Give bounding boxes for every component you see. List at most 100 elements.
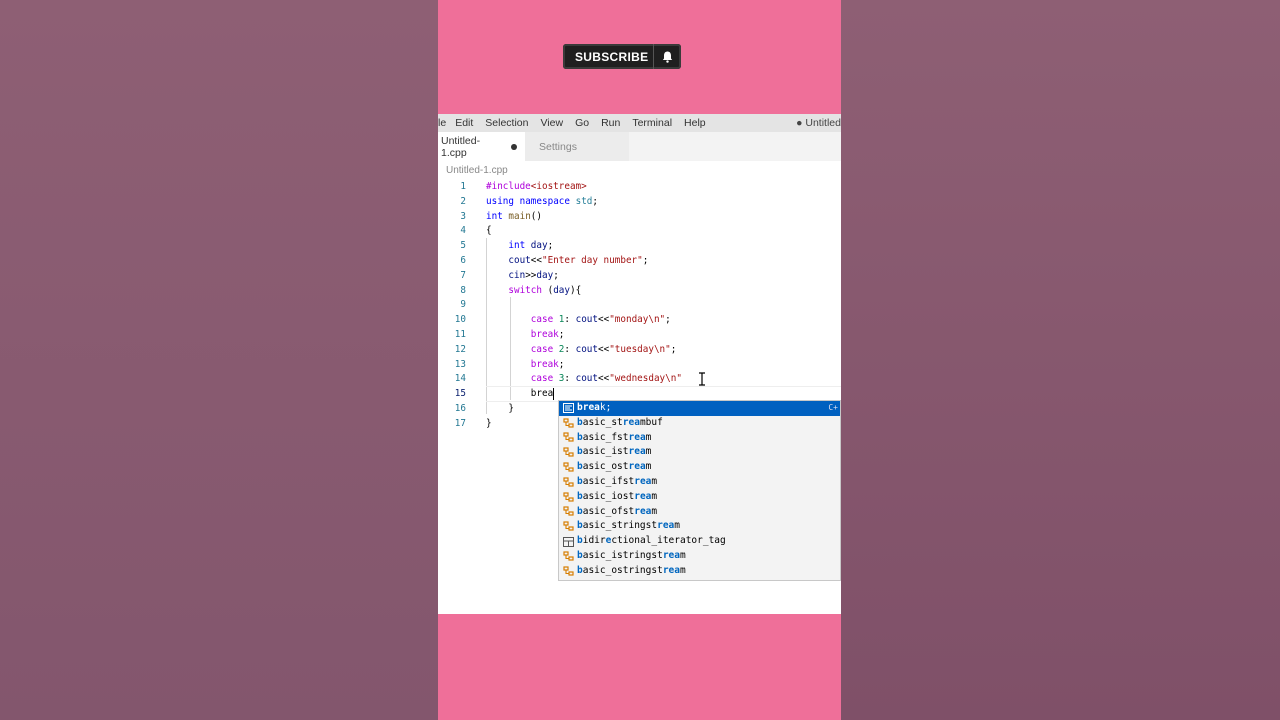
line-number: 14 <box>454 373 466 385</box>
code-text: #include<iostream> <box>486 181 587 192</box>
class-icon <box>562 551 574 562</box>
line-number: 3 <box>460 210 466 222</box>
class-icon <box>562 566 574 577</box>
window-title: ● Untitled <box>796 117 841 129</box>
suggestion-label: basic_ifstream <box>577 475 658 487</box>
code-line[interactable]: 8 switch (day){ <box>438 284 841 299</box>
line-number: 8 <box>460 284 466 296</box>
code-text: break; <box>530 358 565 370</box>
suggestion-item[interactable]: bidirectional_iterator_tag <box>559 534 840 549</box>
code-line[interactable]: 10 case 1: cout<<"monday\n"; <box>438 313 841 328</box>
autocomplete-suggestions[interactable]: break; C+ basic_streambuf basic_fstreambasi… <box>558 400 841 581</box>
menu-item-edit[interactable]: Edit <box>455 117 473 129</box>
struct-icon <box>562 536 574 547</box>
breadcrumb[interactable]: Untitled-1.cpp <box>438 161 841 180</box>
suggestion-label: basic_ostringstream <box>577 564 686 576</box>
code-line[interactable]: 3 int main() <box>438 210 841 225</box>
suggestion-item[interactable]: basic_ofstream <box>559 505 840 520</box>
class-icon <box>562 418 574 429</box>
line-number: 2 <box>460 195 466 207</box>
suggestion-item[interactable]: break; C+ <box>559 401 840 416</box>
class-icon <box>562 521 574 532</box>
class-icon <box>562 492 574 503</box>
menu-item-le[interactable]: le <box>438 117 446 129</box>
code-line[interactable]: 7 cin>>day; <box>438 269 841 284</box>
line-number: 16 <box>454 403 466 414</box>
line-number: 17 <box>454 417 466 429</box>
suggestion-item[interactable]: basic_istream <box>559 445 840 460</box>
tab-bar: Untitled-1.cpp Settings <box>438 132 841 161</box>
code-text: break; <box>530 329 565 340</box>
code-text: case 1: cout<<"monday\n"; <box>530 314 671 326</box>
code-line[interactable]: 2 using namespace std; <box>438 195 841 210</box>
line-number: 13 <box>454 358 466 370</box>
code-line[interactable]: 13 break; <box>438 358 841 373</box>
subscribe-button[interactable]: SUBSCRIBE <box>563 44 681 69</box>
class-icon <box>562 462 574 473</box>
class-icon <box>562 447 574 458</box>
line-number: 5 <box>460 240 466 252</box>
code-line[interactable]: 9 <box>438 298 841 313</box>
menu-item-selection[interactable]: Selection <box>485 117 528 129</box>
line-number: 10 <box>454 314 466 326</box>
suggestion-item[interactable]: basic_iostream <box>559 490 840 505</box>
menu-item-go[interactable]: Go <box>575 117 589 129</box>
tab-label: Settings <box>539 140 577 153</box>
tab-settings[interactable]: Settings <box>525 132 629 161</box>
background-right <box>841 0 1280 720</box>
code-line[interactable]: 4{ <box>438 224 841 239</box>
code-text: case 3: cout<<"wednesday\n" <box>530 373 682 385</box>
code-line[interactable]: 11 break; <box>438 328 841 343</box>
video-frame: SUBSCRIBE le Edit Selection View Go Run Termin… <box>438 0 841 720</box>
code-text: switch (day){ <box>508 284 582 296</box>
suggestion-label: basic_streambuf <box>577 416 663 428</box>
code-line[interactable]: 5 int day; <box>438 239 841 254</box>
line-number: 12 <box>454 343 466 355</box>
subscribe-label: SUBSCRIBE <box>575 49 649 64</box>
suggestion-item[interactable]: basic_fstream <box>559 431 840 446</box>
code-text: cout<<"Enter day number"; <box>508 255 649 266</box>
suggestion-label: basic_fstream <box>577 431 652 443</box>
background-left <box>0 0 438 720</box>
code-line[interactable]: 6 cout<<"Enter day number"; <box>438 254 841 269</box>
code-text: } <box>486 403 514 414</box>
code-line[interactable]: 14 case 3: cout<<"wednesday\n" <box>438 372 841 387</box>
menu-bar: le Edit Selection View Go Run Terminal Help ● Un… <box>438 114 841 132</box>
tab-label: Untitled-1.cpp <box>441 134 481 159</box>
unsaved-dot-icon[interactable] <box>511 143 517 150</box>
code-text: case 2: cout<<"tuesday\n"; <box>530 343 677 355</box>
suggestion-label: basic_stringstream <box>577 520 680 532</box>
suggestion-hint: C+ <box>828 403 838 412</box>
line-number: 9 <box>460 299 466 311</box>
suggestion-item[interactable]: basic_stringstream <box>559 519 840 534</box>
snippet-icon <box>562 403 574 414</box>
code-text: { <box>486 225 492 237</box>
menu-item-help[interactable]: Help <box>684 117 706 129</box>
suggestion-label: bidirectional_iterator_tag <box>577 535 726 547</box>
code-line[interactable]: 1 #include<iostream> <box>438 180 841 195</box>
suggestion-item[interactable]: basic_ostream <box>559 460 840 475</box>
suggestion-label: basic_istringstream <box>577 549 686 561</box>
suggestion-item[interactable]: basic_istringstream <box>559 549 840 564</box>
suggestion-label: break; <box>577 402 612 413</box>
code-text: using namespace std; <box>486 195 598 207</box>
menu-item-terminal[interactable]: Terminal <box>632 117 672 129</box>
menu-item-run[interactable]: Run <box>601 117 620 129</box>
tab-bar-filler <box>629 132 841 161</box>
suggestion-label: basic_iostream <box>577 490 658 502</box>
ibeam-cursor-icon <box>699 372 705 386</box>
suggestion-label: basic_istream <box>577 446 652 458</box>
class-icon <box>562 432 574 443</box>
suggestion-item[interactable]: basic_streambuf <box>559 416 840 431</box>
class-icon <box>562 506 574 517</box>
code-line[interactable]: 12 case 2: cout<<"tuesday\n"; <box>438 343 841 358</box>
class-icon <box>562 477 574 488</box>
suggestion-label: basic_ofstream <box>577 505 658 517</box>
suggestion-item[interactable]: basic_ifstream <box>559 475 840 490</box>
bell-icon[interactable] <box>654 51 681 63</box>
tab-untitled-1[interactable]: Untitled-1.cpp <box>438 132 525 161</box>
menu-item-view[interactable]: View <box>540 117 563 129</box>
line-number: 1 <box>460 181 466 192</box>
suggestion-item[interactable]: basic_ostringstream <box>559 564 840 579</box>
line-number: 7 <box>460 269 466 281</box>
